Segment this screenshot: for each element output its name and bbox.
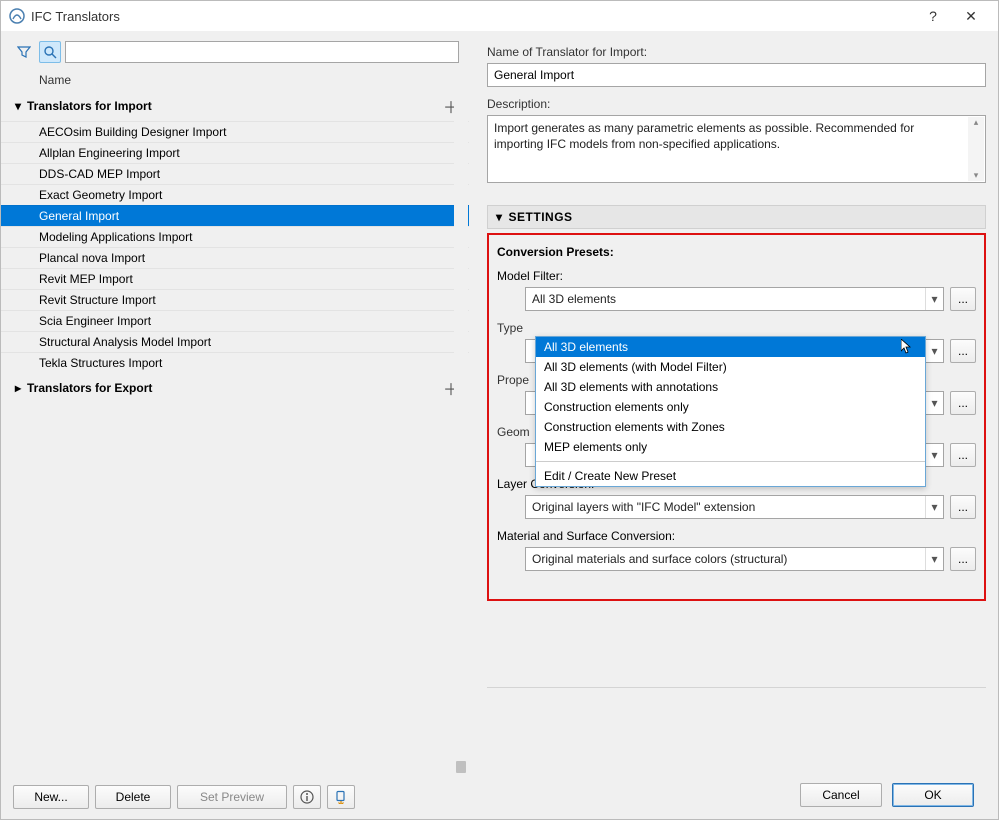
new-button[interactable]: New...	[13, 785, 89, 809]
settings-header[interactable]: ▾ SETTINGS	[487, 205, 986, 229]
list-item-selected[interactable]: General Import	[1, 205, 469, 226]
chevron-down-icon: ▾	[925, 496, 943, 518]
chevron-down-icon: ▾	[925, 444, 943, 466]
left-panel: Name ▾ Translators for Import ＋ AECOsim …	[1, 31, 469, 819]
group-label: Translators for Export	[27, 381, 152, 395]
model-filter-options-button[interactable]: ...	[950, 287, 976, 311]
chevron-down-icon: ▾	[15, 99, 27, 113]
dropdown-separator	[536, 461, 925, 462]
name-label: Name of Translator for Import:	[487, 45, 986, 59]
column-header-name: Name	[1, 69, 469, 91]
material-options-button[interactable]: ...	[950, 547, 976, 571]
chevron-down-icon: ▾	[925, 548, 943, 570]
chevron-right-icon: ▸	[15, 381, 27, 395]
list-item[interactable]: Tekla Structures Import	[1, 352, 469, 373]
dropdown-edit-preset[interactable]: Edit / Create New Preset	[536, 466, 925, 486]
textarea-scrollbar[interactable]: ▴▾	[968, 117, 984, 181]
list-item[interactable]: Scia Engineer Import	[1, 310, 469, 331]
material-row: Material and Surface Conversion: Origina…	[497, 529, 976, 571]
list-item[interactable]: Structural Analysis Model Import	[1, 331, 469, 352]
model-filter-value: All 3D elements	[526, 292, 925, 306]
left-bottom-bar: New... Delete Set Preview	[1, 775, 469, 819]
dropdown-option[interactable]: Construction elements with Zones	[536, 417, 925, 437]
material-select[interactable]: Original materials and surface colors (s…	[525, 547, 944, 571]
group-label: Translators for Import	[27, 99, 152, 113]
info-icon[interactable]	[293, 785, 321, 809]
ok-button[interactable]: OK	[892, 783, 974, 807]
group-export[interactable]: ▸ Translators for Export ＋	[1, 373, 469, 403]
set-preview-button[interactable]: Set Preview	[177, 785, 287, 809]
dropdown-option[interactable]: All 3D elements	[536, 337, 925, 357]
filter-icon[interactable]	[13, 41, 35, 63]
left-toolbar	[1, 31, 469, 69]
dialog-body: Name ▾ Translators for Import ＋ AECOsim …	[1, 31, 998, 819]
material-label: Material and Surface Conversion:	[497, 529, 976, 543]
description-textarea[interactable]: Import generates as many parametric elem…	[487, 115, 986, 183]
divider	[487, 687, 986, 688]
dialog-title: IFC Translators	[31, 9, 914, 24]
list-item[interactable]: Exact Geometry Import	[1, 184, 469, 205]
tree-scrollbar[interactable]	[454, 91, 468, 775]
material-value: Original materials and surface colors (s…	[526, 552, 925, 566]
description-text: Import generates as many parametric elem…	[488, 116, 985, 156]
presets-title: Conversion Presets:	[497, 245, 976, 259]
translator-tree: ▾ Translators for Import ＋ AECOsim Build…	[1, 91, 469, 775]
list-item[interactable]: DDS-CAD MEP Import	[1, 163, 469, 184]
titlebar: IFC Translators ? ✕	[1, 1, 998, 31]
model-filter-label: Model Filter:	[497, 269, 976, 283]
export-icon[interactable]	[327, 785, 355, 809]
chevron-down-icon: ▾	[925, 392, 943, 414]
model-filter-select[interactable]: All 3D elements ▾	[525, 287, 944, 311]
dialog-window: IFC Translators ? ✕ Name ▾ Translators f…	[0, 0, 999, 820]
scrollbar-thumb[interactable]	[456, 761, 466, 773]
right-bottom-bar: Cancel OK	[487, 773, 986, 819]
geom-options-button[interactable]: ...	[950, 443, 976, 467]
help-button[interactable]: ?	[914, 8, 952, 24]
list-item[interactable]: Allplan Engineering Import	[1, 142, 469, 163]
list-item[interactable]: Modeling Applications Import	[1, 226, 469, 247]
delete-button[interactable]: Delete	[95, 785, 171, 809]
dropdown-option[interactable]: Construction elements only	[536, 397, 925, 417]
conversion-presets-box: Conversion Presets: Model Filter: All 3D…	[487, 233, 986, 601]
description-label: Description:	[487, 97, 986, 111]
list-item[interactable]: AECOsim Building Designer Import	[1, 121, 469, 142]
cursor-icon	[901, 339, 913, 358]
model-filter-row: Model Filter: All 3D elements ▾ ... All …	[497, 269, 976, 311]
cancel-button[interactable]: Cancel	[800, 783, 882, 807]
close-button[interactable]: ✕	[952, 8, 990, 25]
dropdown-option[interactable]: All 3D elements (with Model Filter)	[536, 357, 925, 377]
layer-options-button[interactable]: ...	[950, 495, 976, 519]
list-item[interactable]: Revit MEP Import	[1, 268, 469, 289]
right-panel: Name of Translator for Import: Descripti…	[469, 31, 998, 819]
layer-value: Original layers with "IFC Model" extensi…	[526, 500, 925, 514]
chevron-down-icon: ▾	[925, 340, 943, 362]
translator-name-input[interactable]	[487, 63, 986, 87]
dropdown-option[interactable]: MEP elements only	[536, 437, 925, 457]
dropdown-option[interactable]: All 3D elements with annotations	[536, 377, 925, 397]
prope-options-button[interactable]: ...	[950, 391, 976, 415]
search-icon[interactable]	[39, 41, 61, 63]
group-import[interactable]: ▾ Translators for Import ＋	[1, 91, 469, 121]
settings-label: SETTINGS	[509, 210, 573, 224]
list-item[interactable]: Revit Structure Import	[1, 289, 469, 310]
model-filter-dropdown: All 3D elements All 3D elements (with Mo…	[535, 336, 926, 487]
chevron-down-icon: ▾	[496, 210, 503, 224]
layer-select[interactable]: Original layers with "IFC Model" extensi…	[525, 495, 944, 519]
list-item[interactable]: Plancal nova Import	[1, 247, 469, 268]
search-input[interactable]	[65, 41, 459, 63]
type-label: Type	[497, 321, 976, 335]
app-icon	[9, 8, 25, 24]
chevron-down-icon: ▾	[925, 288, 943, 310]
type-options-button[interactable]: ...	[950, 339, 976, 363]
